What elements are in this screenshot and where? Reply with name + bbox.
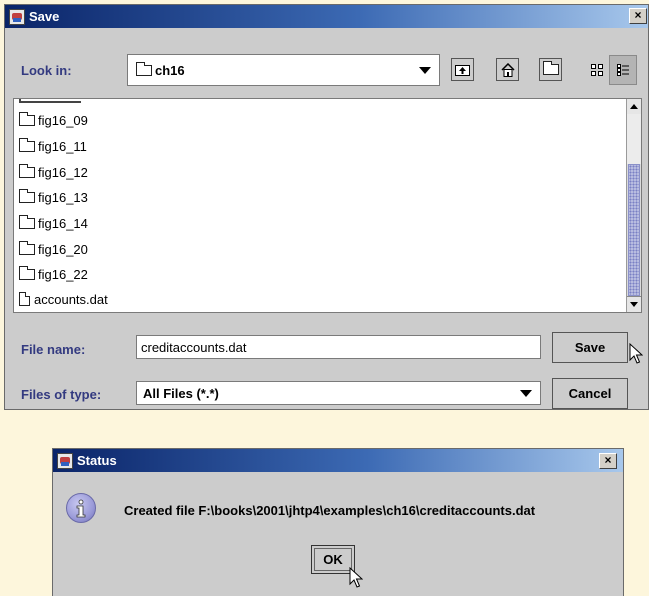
home-icon: [500, 62, 515, 77]
cancel-button[interactable]: Cancel: [552, 378, 628, 409]
details-view-icon: [617, 64, 629, 76]
status-message: Created file F:\books\2001\jhtp4\example…: [124, 503, 536, 518]
folder-icon: [19, 214, 35, 229]
folder-icon: [19, 265, 35, 280]
look-in-combo[interactable]: ch16: [127, 54, 440, 86]
files-of-type-value: All Files (*.*): [143, 385, 219, 401]
file-name-field[interactable]: creditaccounts.dat: [136, 335, 541, 359]
list-item[interactable]: fig16_09: [19, 108, 88, 132]
status-dialog-close-button[interactable]: ×: [599, 453, 617, 469]
folder-icon: [19, 137, 35, 152]
details-view-button[interactable]: [609, 55, 637, 85]
mouse-cursor-icon: [629, 343, 643, 364]
home-button[interactable]: [496, 58, 519, 81]
list-item[interactable]: fig16_14: [19, 211, 88, 235]
list-item[interactable]: fig16_20: [19, 237, 88, 261]
scroll-up-button[interactable]: [627, 99, 641, 115]
list-item[interactable]: accounts.dat: [19, 287, 108, 311]
arrow-up-icon: [630, 104, 638, 109]
up-one-level-button[interactable]: [451, 58, 474, 81]
scroll-down-button[interactable]: [627, 296, 641, 312]
chevron-down-icon: [520, 390, 532, 397]
look-in-label: Look in:: [21, 63, 72, 78]
status-dialog-title: Status: [77, 453, 117, 468]
new-folder-button[interactable]: [539, 58, 562, 81]
save-dialog-titlebar[interactable]: Save: [5, 5, 648, 28]
list-item[interactable]: fig16_11: [19, 134, 87, 158]
java-cup-icon: [57, 452, 73, 469]
list-item[interactable]: fig16_22: [19, 262, 88, 286]
arrow-down-icon: [630, 302, 638, 307]
file-icon: [19, 292, 30, 306]
folder-icon: [19, 163, 35, 178]
folder-icon: [19, 240, 35, 255]
status-dialog-titlebar[interactable]: Status: [53, 449, 623, 472]
up-one-level-icon: [455, 65, 470, 76]
file-list[interactable]: fig16_09 fig16_11 fig16_12 fig16_13 fig1…: [13, 98, 642, 313]
file-name-label: File name:: [21, 342, 86, 357]
folder-icon: [19, 111, 35, 126]
save-dialog: Save × Look in: ch16 fig16_09 fig16_11 f…: [4, 4, 649, 410]
list-item[interactable]: fig16_13: [19, 185, 88, 209]
list-view-icon: [590, 63, 603, 76]
chevron-down-icon: [419, 67, 431, 74]
ok-button-label: OK: [323, 552, 343, 567]
info-glyph: [76, 499, 86, 518]
scroll-thumb[interactable]: [628, 164, 640, 296]
list-item[interactable]: fig16_12: [19, 160, 88, 184]
scroll-track[interactable]: [627, 114, 641, 164]
look-in-value: ch16: [155, 62, 185, 78]
vertical-scrollbar[interactable]: [626, 99, 641, 312]
status-dialog: Status × Created file F:\books\2001\jhtp…: [52, 448, 624, 596]
java-cup-icon: [9, 8, 25, 25]
new-folder-icon: [542, 61, 559, 75]
partial-file-item: [19, 99, 81, 103]
folder-icon: [19, 188, 35, 203]
save-button-label: Save: [574, 340, 606, 355]
save-dialog-close-button[interactable]: ×: [629, 8, 647, 24]
mouse-cursor-icon: [349, 567, 363, 588]
files-of-type-label: Files of type:: [21, 387, 102, 402]
save-dialog-title: Save: [29, 9, 60, 24]
information-icon: [66, 493, 96, 523]
files-of-type-combo[interactable]: All Files (*.*): [136, 381, 541, 405]
folder-icon: [136, 61, 152, 76]
list-view-button[interactable]: [585, 58, 608, 81]
cancel-button-label: Cancel: [568, 386, 612, 401]
save-button[interactable]: Save: [552, 332, 628, 363]
